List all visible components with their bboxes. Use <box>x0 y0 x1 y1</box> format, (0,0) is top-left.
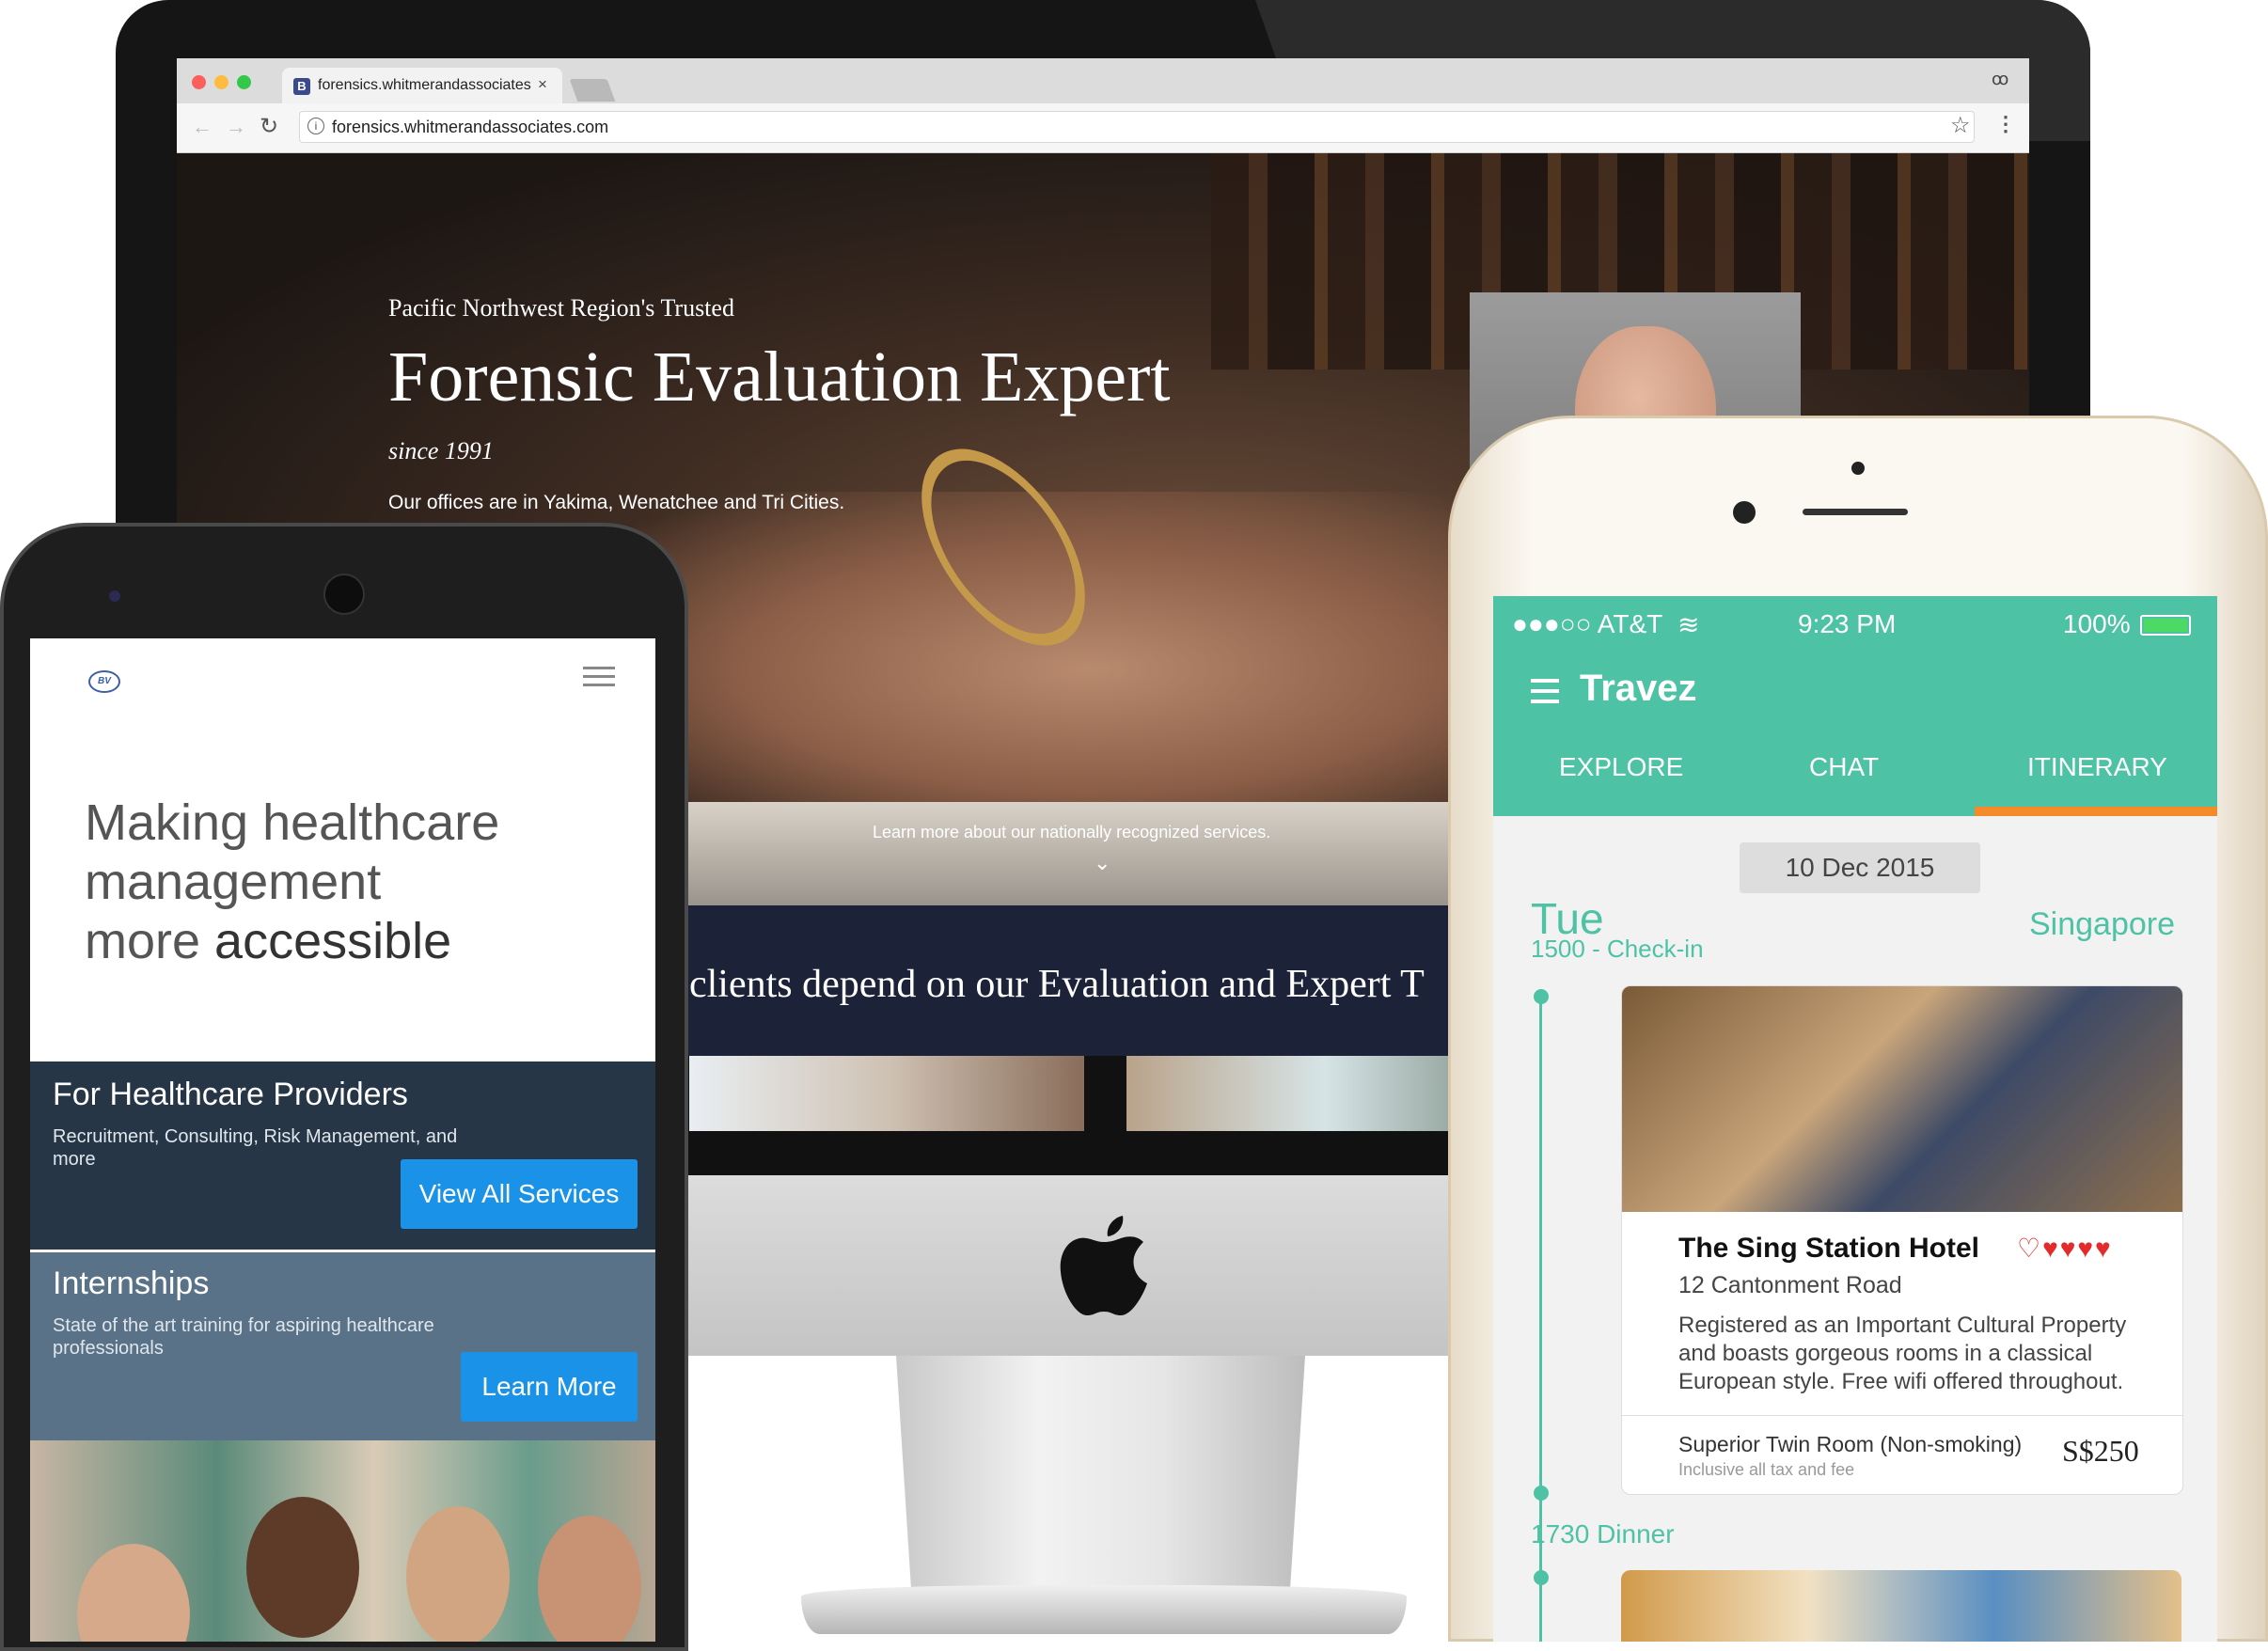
android-screen: BV Making healthcare management more acc… <box>30 638 655 1642</box>
hamburger-menu-icon[interactable] <box>1531 679 1559 703</box>
close-window-button[interactable] <box>192 75 206 89</box>
hamburger-menu-icon[interactable] <box>583 667 615 689</box>
battery-icon <box>2140 615 2191 636</box>
android-speaker <box>323 574 365 615</box>
student-face <box>406 1506 510 1642</box>
wifi-icon: ≋ <box>1677 610 1700 639</box>
tab-bar: B forensics.whitmerandassociates.com × ꝏ <box>177 58 2029 103</box>
providers-section: For Healthcare Providers Recruitment, Co… <box>30 1061 655 1250</box>
status-time: 9:23 PM <box>1798 609 1897 638</box>
browser-tab[interactable]: B forensics.whitmerandassociates.com × <box>282 68 562 103</box>
timeline-dot <box>1534 1486 1549 1501</box>
battery-percent: 100% <box>2063 609 2131 638</box>
hotel-name: The Sing Station Hotel <box>1678 1233 1979 1264</box>
students-photo <box>30 1440 655 1642</box>
providers-title: For Healthcare Providers <box>53 1077 408 1112</box>
student-face <box>246 1497 359 1638</box>
address-bar: ← → ↻ i forensics.whitmerandassociates.c… <box>177 103 2029 153</box>
info-icon[interactable]: i <box>307 118 324 134</box>
iphone-screen: ●●●○○ AT&T ≋ 9:23 PM 100% Travez EXPLORE… <box>1493 596 2217 1642</box>
internships-title: Internships <box>53 1266 210 1301</box>
city-label: Singapore <box>2029 906 2176 942</box>
checkin-time: 1500 - Check-in <box>1531 935 1704 963</box>
headline-line-3: more accessible <box>85 912 451 970</box>
view-all-services-button[interactable]: View All Services <box>401 1159 638 1229</box>
hero-offices: Our offices are in Yakima, Wenatchee and… <box>388 492 845 513</box>
card-divider <box>1622 1415 2182 1416</box>
banner-text: clients depend on our Evaluation and Exp… <box>689 963 1425 1006</box>
incognito-icon: ꝏ <box>1992 70 2009 88</box>
imac-base <box>801 1585 1407 1634</box>
tab-explore[interactable]: EXPLORE <box>1559 752 1683 782</box>
new-tab-button[interactable] <box>569 79 616 102</box>
iphone-speaker <box>1803 509 1908 515</box>
heart-rating-icon: ♡♥♥♥♥ <box>2017 1234 2113 1263</box>
headline-more: more <box>85 913 215 969</box>
headline-accessible: accessible <box>214 913 452 969</box>
chevron-down-icon[interactable]: ⌄ <box>1094 851 1110 875</box>
tab-title: forensics.whitmerandassociates.com <box>318 77 532 93</box>
timeline-dot <box>1534 989 1549 1004</box>
learn-more-button[interactable]: Learn More <box>461 1352 638 1422</box>
carrier-signal: ●●●○○ AT&T <box>1512 609 1663 638</box>
team-photo-1 <box>689 1056 1084 1131</box>
url-input[interactable]: i forensics.whitmerandassociates.com <box>299 111 1975 143</box>
android-camera <box>109 590 120 602</box>
date-chip: 10 Dec 2015 <box>1740 842 1980 893</box>
active-tab-indicator <box>1975 807 2217 816</box>
tab-chat[interactable]: CHAT <box>1809 752 1879 782</box>
hotel-address: 12 Cantonment Road <box>1678 1272 1902 1298</box>
back-icon[interactable]: ← <box>192 115 213 139</box>
hotel-description: Registered as an Important Cultural Prop… <box>1678 1313 2127 1394</box>
minimize-window-button[interactable] <box>214 75 228 89</box>
favicon-icon: B <box>293 78 310 95</box>
apple-logo-icon <box>1060 1216 1147 1315</box>
hero-title: Forensic Evaluation Expert <box>388 338 1171 417</box>
dinner-card-photo[interactable] <box>1621 1570 2181 1642</box>
imac-stand <box>896 1356 1305 1610</box>
student-face <box>538 1516 641 1642</box>
next-event-label: 1730 Dinner <box>1531 1519 1675 1549</box>
tax-note: Inclusive all tax and fee <box>1678 1460 1855 1479</box>
tab-close-icon[interactable]: × <box>538 75 547 94</box>
learn-more-link[interactable]: Learn more about our nationally recogniz… <box>873 823 1270 842</box>
room-price: S$250 <box>2062 1434 2139 1468</box>
site-logo[interactable]: BV <box>88 670 120 693</box>
hero-since: since 1991 <box>388 437 494 464</box>
internships-desc: State of the art training for aspiring h… <box>53 1315 434 1359</box>
forward-icon[interactable]: → <box>226 115 246 139</box>
hero-kicker: Pacific Northwest Region's Trusted <box>388 294 734 322</box>
hotel-room-photo <box>1622 986 2182 1212</box>
app-header: ●●●○○ AT&T ≋ 9:23 PM 100% Travez EXPLORE… <box>1493 596 2217 816</box>
student-face <box>77 1544 190 1642</box>
iphone-top-camera <box>1851 462 1865 475</box>
hotel-card[interactable]: The Sing Station Hotel ♡♥♥♥♥ 12 Cantonme… <box>1621 985 2183 1495</box>
timeline-dot <box>1534 1570 1549 1585</box>
reload-icon[interactable]: ↻ <box>260 113 278 140</box>
iphone-front-camera <box>1733 501 1756 524</box>
bookmark-star-icon[interactable]: ☆ <box>1950 112 1971 139</box>
app-title: Travez <box>1580 668 1697 709</box>
headline-line-1: Making healthcare <box>85 794 500 851</box>
internships-section: Internships State of the art training fo… <box>30 1252 655 1440</box>
url-text[interactable]: forensics.whitmerandassociates.com <box>332 118 608 137</box>
browser-menu-icon[interactable]: ⋮ <box>1995 112 2016 136</box>
room-type: Superior Twin Room (Non-smoking) <box>1678 1432 2023 1456</box>
maximize-window-button[interactable] <box>237 75 251 89</box>
tab-itinerary[interactable]: ITINERARY <box>2027 752 2167 782</box>
headline-line-2: management <box>85 854 382 910</box>
